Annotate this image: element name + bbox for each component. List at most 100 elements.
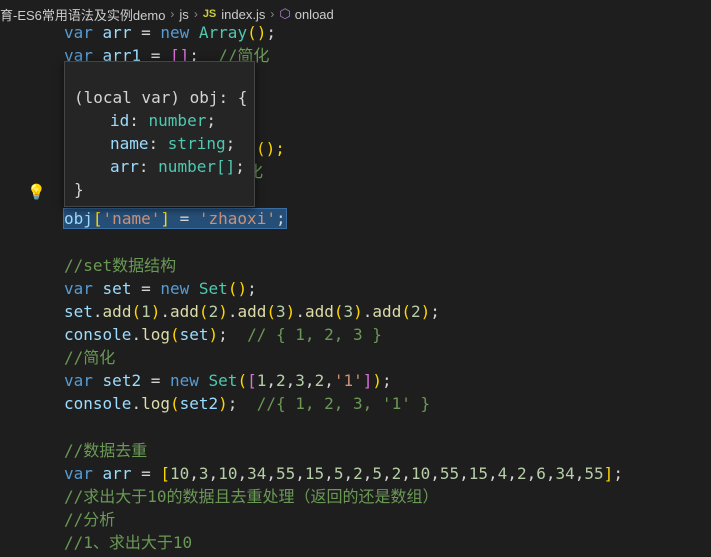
prop-type: string	[167, 134, 226, 153]
number: 4	[497, 464, 508, 483]
variable: set	[179, 325, 209, 344]
number: 5	[372, 464, 383, 483]
function-name: add	[170, 302, 199, 321]
number: 3	[343, 302, 354, 321]
comma: ,	[507, 464, 517, 483]
variable: set	[102, 279, 132, 298]
variable: console	[64, 394, 132, 413]
number: 15	[304, 464, 325, 483]
punct: ;	[275, 209, 286, 228]
comma: ,	[401, 464, 411, 483]
code-line: //set数据结构	[64, 254, 176, 277]
code-line: set.add(1).add(2).add(3).add(3).add(2);	[64, 302, 440, 321]
chevron-right-icon: ›	[270, 7, 275, 21]
punct: ;	[266, 23, 276, 42]
comma: ,	[295, 464, 305, 483]
number: 2	[353, 464, 363, 483]
bracket: ]	[160, 209, 170, 228]
comma: ,	[362, 464, 373, 483]
hover-tooltip: (local var) obj: { id: number; name: str…	[64, 61, 255, 207]
code-line: //数据去重	[64, 439, 147, 462]
code-line: //求出大于10的数据且去重处理（返回的还是数组）	[64, 485, 439, 508]
js-file-icon: JS	[202, 8, 217, 20]
lightbulb-icon[interactable]: 💡	[27, 183, 46, 201]
string: 'zhaoxi'	[198, 209, 276, 228]
number: 1	[256, 371, 267, 390]
chevron-right-icon: ›	[170, 7, 175, 21]
function-name: log	[141, 325, 170, 344]
comma: ,	[324, 464, 334, 483]
comma: ,	[574, 464, 585, 483]
variable: console	[64, 325, 132, 344]
tooltip-prop: id: number;	[110, 111, 216, 130]
comma: ,	[526, 464, 537, 483]
code-line: //简化	[64, 346, 115, 369]
comment: //set数据结构	[64, 256, 177, 275]
keyword: var	[64, 464, 93, 483]
number: 3	[198, 464, 209, 483]
punct: ;	[382, 371, 392, 390]
comment: //简化	[64, 348, 116, 367]
comma: ,	[189, 464, 199, 483]
number: 10	[218, 464, 238, 483]
selection: obj['name'] = 'zhaoxi';	[63, 208, 287, 229]
code-line: console.log(set2); //{ 1, 2, 3, '1' }	[64, 394, 431, 413]
variable: set	[64, 302, 93, 321]
breadcrumb-subfolder[interactable]: js	[179, 7, 188, 22]
function-name: add	[237, 302, 267, 321]
code-line: //1、求出大于10	[64, 531, 192, 554]
number: 2	[276, 371, 286, 390]
comment: //数据去重	[64, 441, 148, 460]
comment: //分析	[64, 510, 116, 529]
keyword: new	[160, 23, 190, 42]
comma: ,	[430, 464, 440, 483]
prop-name: arr	[110, 157, 139, 176]
code-line: var set = new Set();	[64, 277, 257, 300]
number: 10	[410, 464, 431, 483]
code-line-selected: obj['name'] = 'zhaoxi';	[63, 207, 287, 230]
comma: ,	[343, 464, 354, 483]
prop-name: name	[110, 134, 149, 153]
method-cube-icon: ⬡	[279, 6, 291, 21]
tooltip-prop: name: string;	[110, 134, 236, 153]
class-name: Set	[198, 279, 228, 298]
comment: //1、求出大于10	[64, 533, 193, 552]
breadcrumb-file[interactable]: index.js	[221, 7, 265, 22]
number: 15	[468, 464, 489, 483]
number: 55	[439, 464, 460, 483]
breadcrumb-symbol[interactable]: onload	[295, 7, 334, 22]
number: 3	[276, 302, 286, 321]
comment: // { 1, 2, 3 }	[247, 325, 382, 344]
comma: ,	[459, 464, 469, 483]
prop-name: id	[110, 111, 130, 130]
code-line: var set2 = new Set([1,2,3,2,'1']);	[64, 371, 392, 390]
function-name: add	[304, 302, 334, 321]
variable: arr	[102, 23, 132, 42]
comma: ,	[382, 464, 392, 483]
array-literal: 10,3,10,34,55,15,5,2,5,2,10,55,15,4,2,6,…	[170, 464, 604, 483]
paren: ()	[227, 279, 248, 298]
number: 2	[391, 464, 402, 483]
code-line: console.log(set); // { 1, 2, 3 }	[64, 325, 382, 344]
paren: ()	[247, 23, 267, 42]
class-name: Set	[208, 371, 238, 390]
code-line: //分析	[64, 508, 115, 531]
comma: ,	[545, 464, 556, 483]
operator: =	[141, 371, 170, 390]
punct: ;	[430, 302, 440, 321]
number: 2	[410, 302, 421, 321]
punct: ;	[218, 325, 248, 344]
number: 2	[314, 371, 325, 390]
chevron-right-icon: ›	[193, 7, 198, 21]
comment: //求出大于10的数据且去重处理（返回的还是数组）	[64, 487, 439, 506]
punct: ;	[247, 279, 257, 298]
string: 'name'	[102, 209, 161, 228]
code-line: var arr = new Array();	[64, 21, 276, 44]
function-name: log	[141, 394, 170, 413]
number: 5	[333, 464, 344, 483]
keyword: var	[64, 371, 93, 390]
number: 1	[141, 302, 151, 321]
number: 34	[555, 464, 575, 483]
comment: //{ 1, 2, 3, '1' }	[256, 394, 431, 413]
keyword: var	[64, 279, 93, 298]
